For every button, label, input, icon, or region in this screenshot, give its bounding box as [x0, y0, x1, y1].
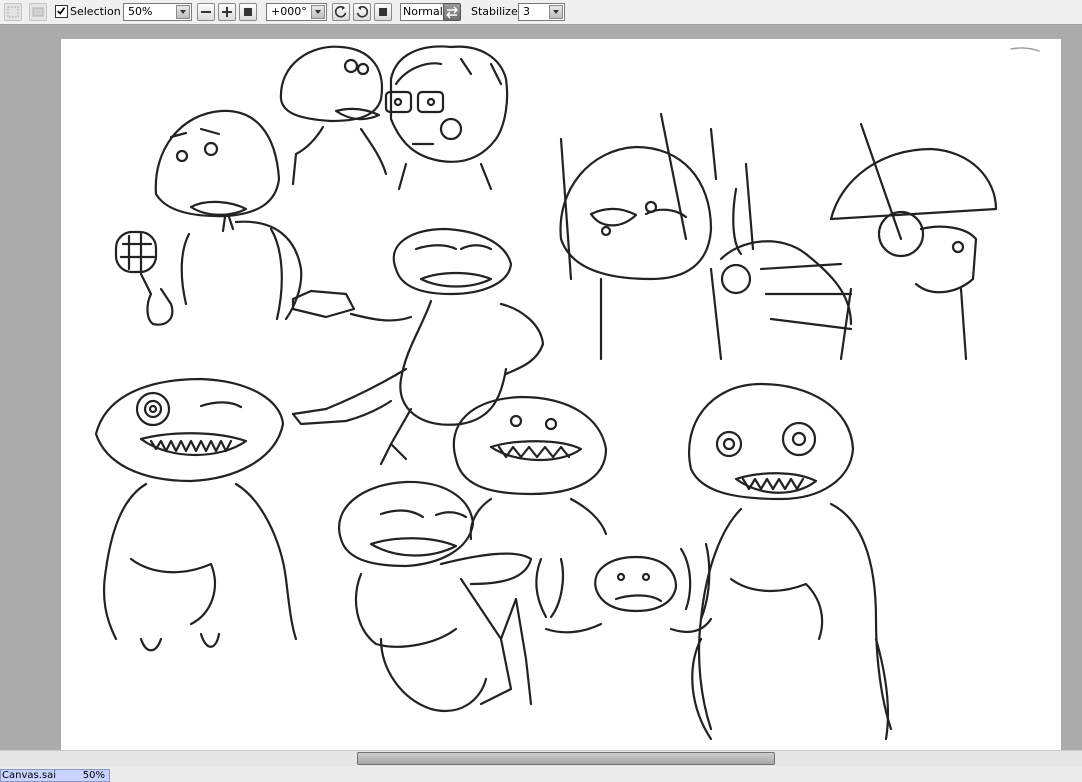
- rotation-select[interactable]: +000°: [266, 3, 327, 21]
- document-name: Canvas.sai: [2, 770, 56, 781]
- select-tool-icon[interactable]: [4, 3, 22, 21]
- document-zoom: 50%: [82, 770, 105, 781]
- zoom-value: 50%: [128, 5, 153, 18]
- sketch-artwork: [94, 45, 1040, 741]
- sketch-figure-tall: [688, 382, 893, 741]
- blend-mode-button[interactable]: Normal: [400, 3, 446, 21]
- deselect-icon[interactable]: [29, 3, 47, 21]
- sketch-figure-microphone: [114, 109, 303, 326]
- rotate-left-icon[interactable]: [332, 3, 350, 21]
- stabilizer-label: Stabilizer: [471, 5, 523, 18]
- stabilizer-value: 3: [523, 5, 530, 18]
- flip-horizontal-icon[interactable]: [443, 3, 461, 21]
- sketch-figure-headphones: [559, 112, 998, 361]
- chevron-down-icon[interactable]: [176, 5, 190, 19]
- stabilizer-select[interactable]: 3: [518, 3, 565, 21]
- status-bar: Canvas.sai 50%: [0, 766, 1082, 782]
- canvas-workspace[interactable]: [0, 25, 1082, 750]
- rotate-right-icon[interactable]: [353, 3, 371, 21]
- document-tab[interactable]: Canvas.sai 50%: [0, 769, 110, 782]
- chevron-down-icon[interactable]: [311, 5, 325, 19]
- selection-checkbox[interactable]: [55, 5, 68, 18]
- toolbar: Selection 50% +000° Normal Stabilizer 3: [0, 0, 1082, 25]
- sketch-figure-crouch: [338, 480, 533, 712]
- horizontal-scrollbar[interactable]: [0, 750, 1082, 767]
- rotation-value: +000°: [271, 5, 307, 18]
- sketch-figure-lounging: [291, 227, 545, 466]
- zoom-reset-icon[interactable]: [239, 3, 257, 21]
- selection-label: Selection: [70, 5, 121, 18]
- horizontal-scroll-thumb[interactable]: [357, 752, 775, 765]
- sketch-figure-duo: [279, 45, 509, 191]
- sketch-figure-tiny: [535, 542, 713, 634]
- sketch-figure-grin: [94, 377, 298, 652]
- drawing-canvas[interactable]: [61, 39, 1061, 750]
- checkmark-icon: [57, 7, 66, 15]
- zoom-in-icon[interactable]: [218, 3, 236, 21]
- zoom-select[interactable]: 50%: [123, 3, 192, 21]
- chevron-down-icon[interactable]: [549, 5, 563, 19]
- rotate-reset-icon[interactable]: [374, 3, 392, 21]
- zoom-out-icon[interactable]: [197, 3, 215, 21]
- sketch-stroke-mark: [1010, 47, 1040, 52]
